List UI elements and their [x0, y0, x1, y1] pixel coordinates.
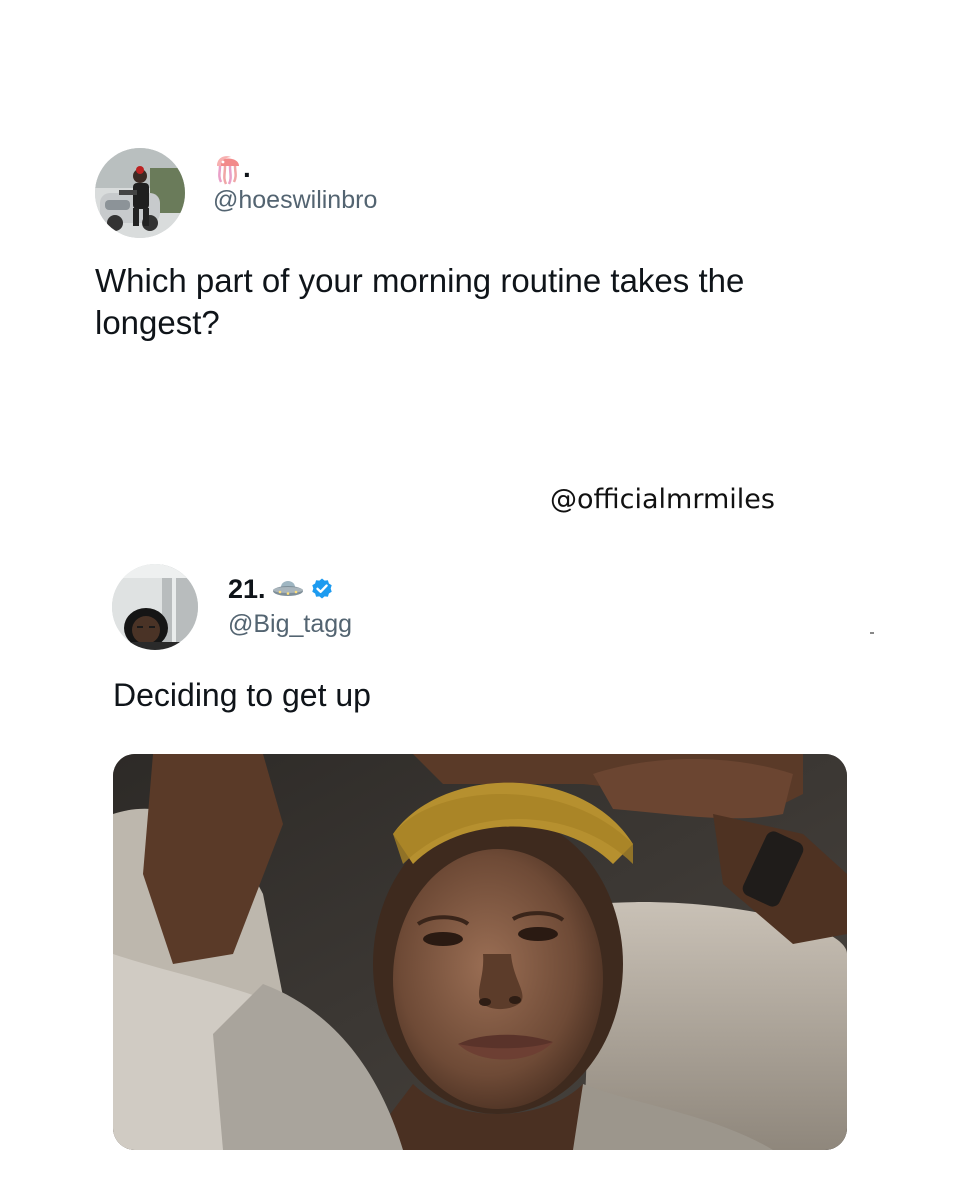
photo-woman-lying-in-bed-icon — [113, 754, 847, 1150]
jellyfish-icon — [213, 150, 243, 186]
tweet-media-image[interactable] — [113, 754, 847, 1150]
display-name-suffix: . — [243, 152, 251, 183]
handle[interactable]: @hoeswilinbro — [213, 186, 377, 215]
handle[interactable]: @Big_tagg — [228, 610, 352, 639]
watermark: @officialmrmiles — [550, 484, 775, 515]
tweet-text: Which part of your morning routine takes… — [95, 262, 745, 341]
profile-photo-person-icon — [112, 564, 198, 650]
avatar[interactable] — [95, 148, 185, 238]
display-name[interactable]: 21. — [228, 570, 334, 608]
verified-badge-icon — [310, 577, 334, 601]
tweet-text: Deciding to get up — [113, 677, 371, 713]
avatar[interactable] — [112, 564, 198, 650]
reply-tweet: 21. @Big_tagg Deciding to get up — [0, 540, 960, 1200]
display-name[interactable]: . — [213, 150, 251, 186]
ufo-icon — [272, 578, 304, 600]
divider-fragment — [870, 632, 874, 634]
display-name-text: 21. — [228, 573, 266, 604]
profile-photo-car-icon — [95, 148, 185, 238]
original-tweet: . @hoeswilinbro Which part of your morni… — [0, 0, 960, 480]
